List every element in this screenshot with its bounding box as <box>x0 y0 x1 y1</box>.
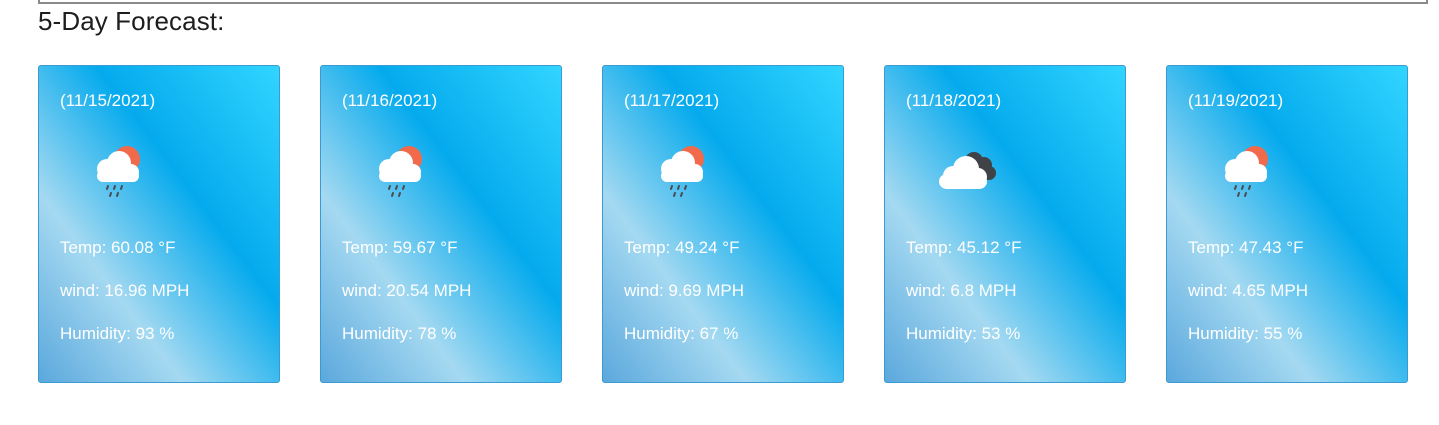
forecast-card: (11/15/2021) Temp: 60.08 °F wind: 16.96 … <box>38 65 280 383</box>
forecast-humidity: Humidity: 67 % <box>624 324 739 343</box>
forecast-date: (11/19/2021) <box>1188 91 1284 110</box>
rain-cloud-sun-icon <box>661 146 704 197</box>
forecast-temp: Temp: 59.67 °F <box>342 238 458 257</box>
forecast-humidity: Humidity: 53 % <box>906 324 1021 343</box>
forecast-wind: wind: 6.8 MPH <box>906 281 1017 300</box>
forecast-temp: Temp: 45.12 °F <box>906 238 1022 257</box>
forecast-humidity: Humidity: 55 % <box>1188 324 1303 343</box>
forecast-wind: wind: 9.69 MPH <box>624 281 744 300</box>
rain-cloud-sun-icon <box>379 146 422 197</box>
broken-clouds-icon <box>939 152 996 189</box>
forecast-wind: wind: 20.54 MPH <box>342 281 472 300</box>
forecast-cards: (11/15/2021) Temp: 60.08 °F wind: 16.96 … <box>38 65 1408 383</box>
rain-cloud-sun-icon <box>1225 146 1268 197</box>
forecast-humidity: Humidity: 93 % <box>60 324 175 343</box>
forecast-card: (11/18/2021) Temp: 45.12 °F wind: 6.8 MP… <box>884 65 1126 383</box>
forecast-temp: Temp: 49.24 °F <box>624 238 740 257</box>
forecast-card: (11/16/2021) Temp: 59.67 °F wind: 20.54 … <box>320 65 562 383</box>
forecast-temp: Temp: 60.08 °F <box>60 238 176 257</box>
forecast-date: (11/18/2021) <box>906 91 1002 110</box>
forecast-wind: wind: 16.96 MPH <box>60 281 190 300</box>
forecast-card: (11/17/2021) Temp: 49.24 °F wind: 9.69 M… <box>602 65 844 383</box>
forecast-date: (11/17/2021) <box>624 91 720 110</box>
forecast-date: (11/16/2021) <box>342 91 438 110</box>
search-results-box-border <box>38 0 1428 4</box>
forecast-date: (11/15/2021) <box>60 91 156 110</box>
forecast-humidity: Humidity: 78 % <box>342 324 457 343</box>
forecast-temp: Temp: 47.43 °F <box>1188 238 1304 257</box>
forecast-wind: wind: 4.65 MPH <box>1188 281 1308 300</box>
rain-cloud-sun-icon <box>97 146 140 197</box>
forecast-heading: 5-Day Forecast: <box>38 6 225 36</box>
forecast-card: (11/19/2021) Temp: 47.43 °F wind: 4.65 M… <box>1166 65 1408 383</box>
